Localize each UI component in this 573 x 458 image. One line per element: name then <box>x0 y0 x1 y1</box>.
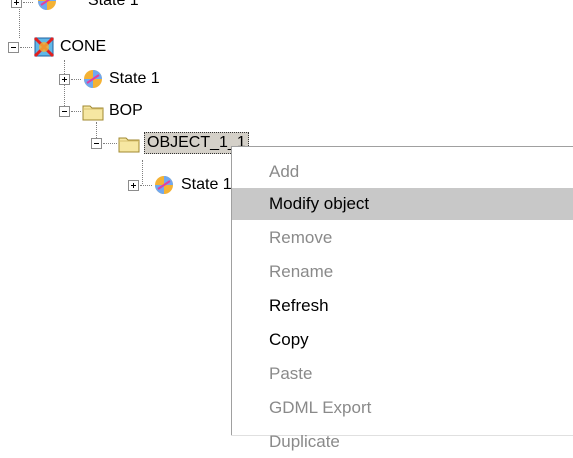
state-icon <box>84 70 102 88</box>
state-icon <box>38 0 56 10</box>
collapse-minus-icon[interactable] <box>59 106 70 117</box>
menu-item-rename[interactable]: Rename <box>232 256 573 288</box>
menu-item-modify-object[interactable]: Modify object <box>232 188 573 220</box>
expand-plus-icon[interactable] <box>11 0 22 8</box>
tree-node-label: BOP <box>109 102 143 119</box>
tree-node-label: State 1 <box>109 70 160 87</box>
menu-item-duplicate[interactable]: Duplicate <box>232 426 573 458</box>
folder-icon <box>82 105 104 121</box>
collapse-minus-icon[interactable] <box>91 138 102 149</box>
menu-item-copy[interactable]: Copy <box>232 324 573 356</box>
state-icon <box>155 176 173 194</box>
folder-icon <box>118 137 140 153</box>
collapse-minus-icon[interactable] <box>8 42 19 53</box>
expand-plus-icon[interactable] <box>128 180 139 191</box>
menu-item-refresh[interactable]: Refresh <box>232 290 573 322</box>
tree-node-label: State 1 <box>181 176 232 193</box>
tree-connector <box>142 160 143 184</box>
expand-plus-icon[interactable] <box>59 74 70 85</box>
menu-item-paste[interactable]: Paste <box>232 358 573 390</box>
menu-item-gdml-export[interactable]: GDML Export <box>232 392 573 424</box>
cone-icon <box>33 36 55 58</box>
menu-item-add[interactable]: Add <box>232 156 573 188</box>
tree-node-label: CONE <box>60 38 107 55</box>
tree-connector <box>64 60 65 112</box>
menu-item-remove[interactable]: Remove <box>232 222 573 254</box>
context-menu: Add Modify object Remove Rename Refresh … <box>231 146 573 451</box>
tree-node-label: State 1 <box>88 0 139 9</box>
